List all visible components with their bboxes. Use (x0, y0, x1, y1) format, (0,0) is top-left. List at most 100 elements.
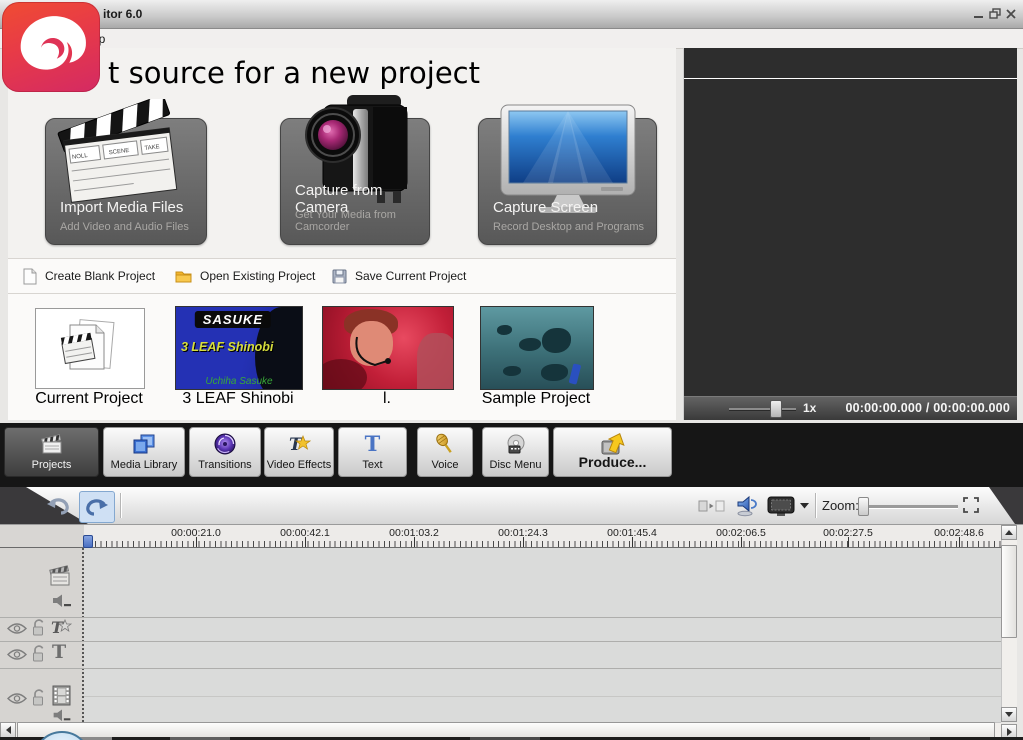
screen-mode-icon (767, 496, 795, 516)
tab-voice[interactable]: Voice (417, 427, 473, 477)
lock-open-icon[interactable] (31, 688, 45, 706)
toolbar-separator (815, 493, 816, 518)
track-separator (0, 668, 1001, 669)
create-blank-project-button[interactable]: Create Blank Project (23, 259, 155, 293)
thumbnail-title-text: 3 LEAF Shinobi (181, 340, 274, 354)
close-button[interactable] (1003, 6, 1019, 21)
restore-icon (988, 7, 1001, 19)
save-icon (332, 269, 347, 283)
zoom-slider-thumb[interactable] (858, 497, 869, 516)
preview-control-bar: 1x 00:00:00.000 / 00:00:00.000 (684, 396, 1017, 420)
playhead-marker[interactable] (83, 535, 93, 548)
eye-icon[interactable] (6, 648, 28, 661)
fish-shape (503, 366, 522, 376)
clapperboard-icon (5, 432, 98, 456)
speed-slider-track[interactable] (729, 408, 796, 410)
audio-mute-icon[interactable] (52, 594, 72, 608)
screen-mode-button[interactable] (764, 495, 798, 517)
eye-icon[interactable] (6, 622, 28, 635)
fish-shape (541, 328, 571, 353)
minimize-icon (974, 15, 983, 18)
audio-mute-icon[interactable] (52, 709, 72, 722)
produce-icon (554, 432, 671, 456)
tab-transitions[interactable]: Transitions (189, 427, 261, 477)
restore-button[interactable] (987, 6, 1003, 21)
timeline-ruler[interactable]: 00:00:21.0 00:00:42.1 00:01:03.2 00:01:2… (0, 525, 1001, 548)
scroll-down-button[interactable] (1001, 707, 1017, 722)
logo-overlay (2, 2, 100, 92)
arrow-up-icon (1005, 530, 1013, 535)
tab-media-library[interactable]: Media Library (103, 427, 185, 477)
project-actions-row: Create Blank Project Open Existing Proje… (8, 258, 676, 294)
undo-icon (47, 498, 69, 515)
timeline-tracks: T T (0, 548, 1001, 722)
tab-disc-menu[interactable]: Disc Menu (482, 427, 549, 477)
minimize-button[interactable] (971, 6, 987, 21)
tab-text-label: Text (362, 459, 383, 471)
current-project-thumbnail[interactable] (35, 308, 145, 389)
split-view-button[interactable] (694, 497, 728, 515)
capture-screen-subtitle: Record Desktop and Programs (493, 221, 645, 233)
ruler-major-tick (196, 537, 197, 547)
menu-bar: lp (0, 29, 1023, 49)
tab-disc-menu-label: Disc Menu (489, 459, 542, 471)
fish-shape (541, 364, 569, 381)
track-separator (0, 617, 1001, 618)
capture-screen-label: Capture Screen (493, 199, 599, 216)
import-media-button[interactable]: NOLL SCENE TAKE Import Media Files Add V… (45, 99, 207, 245)
fish-shape (519, 338, 542, 352)
track-sub-separator (84, 696, 1001, 697)
text-track-icon: T (52, 641, 67, 663)
project-thumbnail-sample[interactable] (480, 306, 594, 390)
capture-screen-button[interactable]: Capture Screen Record Desktop and Progra… (478, 104, 657, 245)
scroll-up-button[interactable] (1001, 525, 1017, 540)
tab-media-library-label: Media Library (110, 459, 178, 471)
tab-projects[interactable]: Projects (4, 427, 99, 477)
speed-slider-thumb[interactable] (770, 400, 782, 418)
audio-mixer-button[interactable] (733, 493, 761, 519)
tab-text[interactable]: T Text (338, 427, 407, 477)
project-thumbnail-3-leaf-shinobi[interactable]: SASUKE 3 LEAF Shinobi Uchiha Sasuke (175, 306, 303, 390)
swirl-logo-icon (20, 16, 87, 70)
project-label-sample: Sample Project (481, 390, 591, 407)
svg-text:TAKE: TAKE (144, 144, 160, 152)
horizontal-scrollbar-thumb[interactable] (17, 722, 995, 738)
zoom-slider-track[interactable] (858, 505, 958, 508)
project-thumbnail-l[interactable] (322, 306, 454, 390)
capture-camera-button[interactable]: Capture from Camera Get Your Media from … (280, 95, 430, 245)
tab-video-effects[interactable]: T Video Effects (264, 427, 334, 477)
overlay-video-icon (52, 685, 71, 706)
undo-button[interactable] (42, 492, 74, 520)
microphone-icon (418, 432, 472, 456)
svg-text:NOLL: NOLL (72, 153, 89, 161)
fit-timeline-button[interactable] (961, 495, 981, 515)
lock-open-icon[interactable] (31, 618, 45, 636)
zoom-label: Zoom: (822, 498, 859, 513)
arrow-left-icon (5, 726, 11, 734)
arrow-right-icon (1006, 727, 1012, 736)
tab-produce[interactable]: Produce... (553, 427, 672, 477)
recent-projects-area: Current Project SASUKE 3 LEAF Shinobi Uc… (8, 294, 676, 420)
ruler-major-tick (848, 537, 849, 547)
video-track-icon (49, 565, 70, 586)
capture-camera-subtitle: Get Your Media from Camcorder (295, 209, 396, 233)
scroll-left-button[interactable] (0, 722, 16, 738)
import-media-subtitle: Add Video and Audio Files (60, 221, 189, 233)
lock-open-icon[interactable] (31, 644, 45, 662)
save-current-project-button[interactable]: Save Current Project (332, 259, 466, 293)
select-source-panel: t source for a new project NOLL SCENE TA… (8, 48, 676, 420)
effects-icon: T (265, 432, 333, 456)
screen-mode-dropdown[interactable] (798, 501, 810, 511)
thumbnail-credit-text: Uchiha Sasuke (205, 376, 273, 387)
eye-icon[interactable] (6, 692, 28, 705)
track-separator (0, 641, 1001, 642)
effects-track-icon: T (51, 618, 72, 637)
close-icon (1006, 8, 1016, 19)
main-tab-bar: Projects Media Library Transitions T Vid… (0, 423, 1023, 487)
filmstrip-icon (104, 432, 184, 456)
swirl-icon (190, 432, 260, 456)
open-existing-project-button[interactable]: Open Existing Project (175, 259, 315, 293)
redo-button[interactable] (79, 491, 115, 523)
clapperboard-icon: NOLL SCENE TAKE (57, 99, 178, 203)
vertical-scrollbar-thumb[interactable] (1001, 545, 1017, 638)
